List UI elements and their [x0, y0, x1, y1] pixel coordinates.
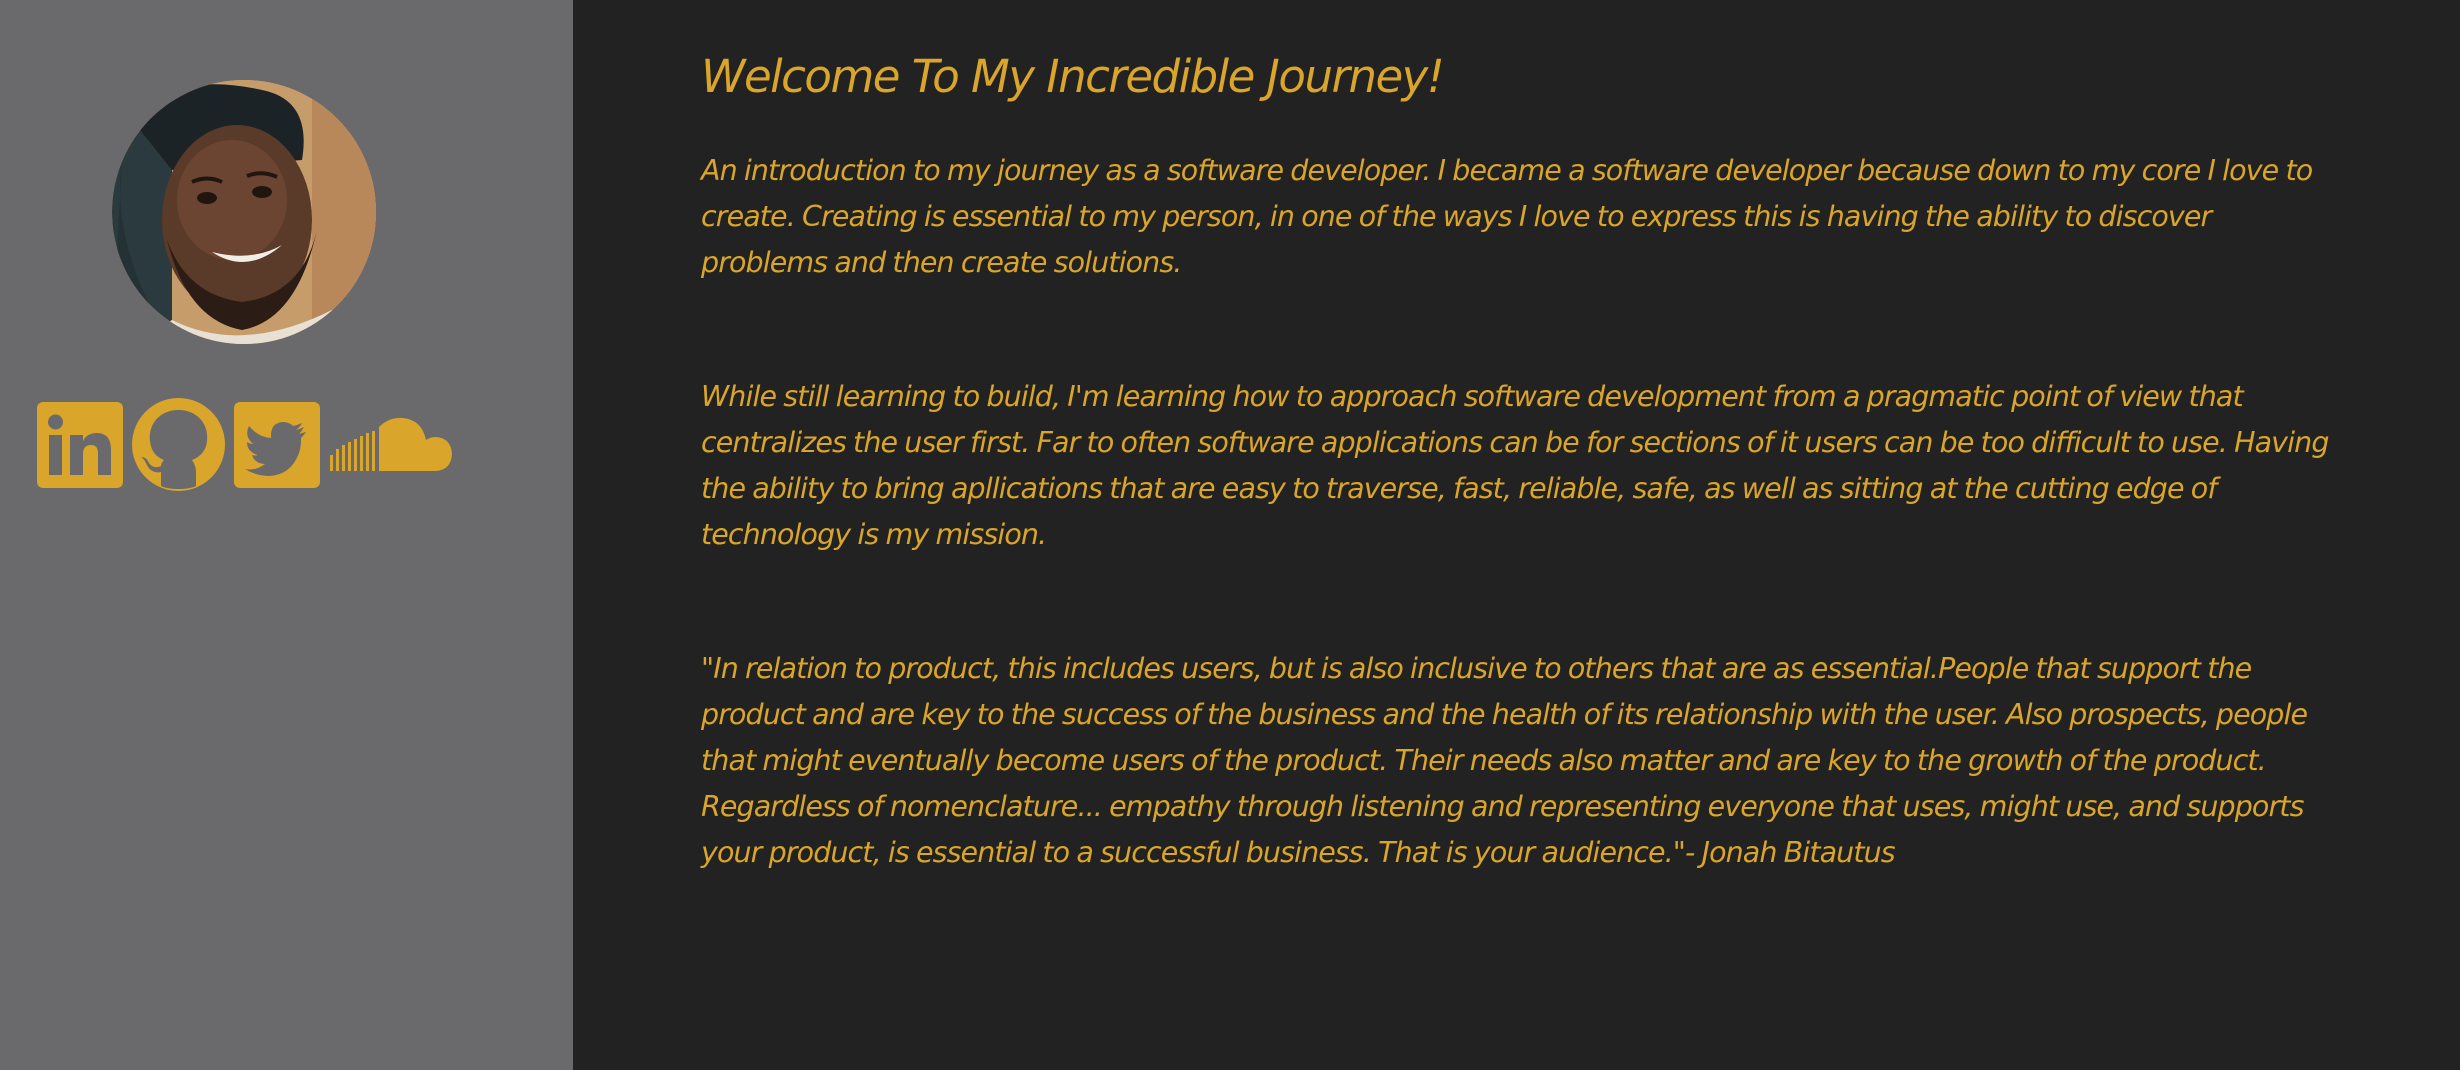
intro-section: Welcome To My Incredible Journey! An int… — [701, 44, 2341, 964]
profile-photo — [112, 80, 376, 344]
soundcloud-link[interactable] — [329, 415, 453, 480]
twitter-icon — [234, 401, 320, 488]
linkedin-icon — [37, 401, 123, 488]
social-links — [37, 398, 453, 496]
twitter-link[interactable] — [234, 401, 320, 493]
github-link[interactable] — [132, 398, 225, 496]
sidebar — [0, 0, 573, 1070]
page: Welcome To My Incredible Journey! An int… — [0, 0, 2460, 1070]
mission-paragraph: While still learning to build, I'm learn… — [701, 380, 2329, 551]
github-icon — [132, 398, 225, 491]
avatar — [112, 80, 376, 344]
main-content: Welcome To My Incredible Journey! An int… — [573, 0, 2460, 1070]
page-title: Welcome To My Incredible Journey! — [701, 50, 1445, 103]
soundcloud-icon — [330, 417, 452, 471]
linkedin-link[interactable] — [37, 401, 123, 493]
quote-paragraph: "In relation to product, this includes u… — [701, 652, 2308, 869]
intro-paragraph: An introduction to my journey as a softw… — [701, 154, 2313, 279]
